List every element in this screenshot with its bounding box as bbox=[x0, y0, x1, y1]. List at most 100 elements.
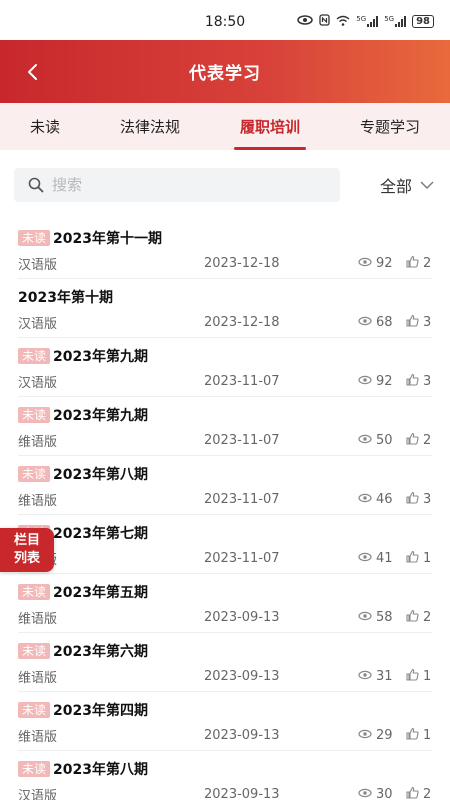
status-bar: 18:50 5G 5G 98 bbox=[0, 0, 450, 40]
item-title-row: 未读 2023年第九期 bbox=[18, 344, 432, 368]
item-likes[interactable]: 1 bbox=[406, 727, 431, 744]
eye-icon bbox=[358, 610, 372, 625]
item-views: 29 bbox=[358, 728, 406, 743]
item-title-row: 2023年第十期 bbox=[18, 285, 432, 309]
item-title: 2023年第八期 bbox=[53, 762, 148, 778]
view-count: 92 bbox=[376, 255, 393, 271]
view-count: 58 bbox=[376, 609, 393, 625]
list-item[interactable]: 未读 2023年第五期 维语版 2023-09-13 58 2 bbox=[18, 574, 432, 633]
list-item[interactable]: 未读 2023年第九期维语版 2023-11-07 50 2 bbox=[18, 397, 432, 456]
like-count: 1 bbox=[423, 727, 432, 743]
item-title-row: 未读 2023年第九期 bbox=[18, 403, 432, 427]
list-item[interactable]: 未读 2023年第十一期 汉语版 2023-12-18 92 2 bbox=[18, 220, 432, 279]
item-date: 2023-11-07 bbox=[204, 491, 280, 507]
list-item[interactable]: 未读 2023年第六期维语版 2023-09-13 31 1 bbox=[18, 633, 432, 692]
tab-topics[interactable]: 专题学习 bbox=[354, 103, 426, 150]
item-views: 31 bbox=[358, 669, 406, 684]
item-title: 2023年第六期 bbox=[53, 644, 148, 660]
item-likes[interactable]: 2 bbox=[406, 255, 431, 272]
like-count: 2 bbox=[423, 432, 432, 448]
item-likes[interactable]: 2 bbox=[406, 786, 431, 800]
thumbs-up-icon bbox=[406, 786, 419, 800]
item-title: 2023年第九期 bbox=[53, 349, 148, 365]
item-meta: 汉语版 2023-12-18 68 3 bbox=[18, 309, 432, 335]
view-count: 46 bbox=[376, 491, 393, 507]
unread-badge: 未读 bbox=[18, 643, 51, 659]
item-likes[interactable]: 1 bbox=[406, 550, 431, 567]
list-item[interactable]: 未读 2023年第四期 维语版 2023-09-13 29 1 bbox=[18, 692, 432, 751]
item-title-row: 未读 2023年第八期 bbox=[18, 757, 432, 781]
item-likes[interactable]: 3 bbox=[406, 373, 431, 390]
unread-badge: 未读 bbox=[18, 584, 51, 600]
tab-bar: 未读 法律法规 履职培训 专题学习 bbox=[0, 103, 450, 150]
like-count: 3 bbox=[423, 491, 432, 507]
item-title: 2023年第十一期 bbox=[53, 231, 162, 247]
item-likes[interactable]: 3 bbox=[406, 314, 431, 331]
search-input[interactable] bbox=[52, 176, 292, 194]
search-box[interactable] bbox=[14, 168, 340, 202]
eye-icon bbox=[358, 256, 372, 271]
item-language: 维语版 bbox=[18, 611, 58, 627]
item-views: 46 bbox=[358, 492, 406, 507]
list-item[interactable]: 未读 2023年第八期 汉语版 2023-09-13 30 2 bbox=[18, 751, 432, 800]
network-label-1: 5G bbox=[356, 15, 367, 23]
item-title: 2023年第四期 bbox=[53, 703, 148, 719]
item-likes[interactable]: 2 bbox=[406, 432, 431, 449]
unread-badge: 未读 bbox=[18, 348, 51, 364]
unread-badge: 未读 bbox=[18, 230, 51, 246]
column-list-button[interactable]: 栏目 列表 bbox=[0, 528, 54, 572]
thumbs-up-icon bbox=[406, 727, 419, 744]
item-likes[interactable]: 2 bbox=[406, 609, 431, 626]
like-count: 1 bbox=[423, 668, 432, 684]
tab-unread[interactable]: 未读 bbox=[24, 103, 66, 150]
item-title-row: 未读 2023年第六期 bbox=[18, 639, 432, 663]
nfc-icon bbox=[319, 14, 330, 29]
item-title-row: 未读 2023年第十一期 bbox=[18, 226, 432, 250]
view-count: 68 bbox=[376, 314, 393, 330]
item-likes[interactable]: 1 bbox=[406, 668, 431, 685]
item-views: 92 bbox=[358, 374, 406, 389]
eye-icon bbox=[358, 315, 372, 330]
item-views: 58 bbox=[358, 610, 406, 625]
tab-training[interactable]: 履职培训 bbox=[233, 103, 307, 150]
eye-icon bbox=[358, 669, 372, 684]
list-item[interactable]: 未读2023年第七期维语版2023-11-07411 bbox=[18, 515, 432, 574]
list-item[interactable]: 未读 2023年第八期 维语版 2023-11-07 46 3 bbox=[18, 456, 432, 515]
view-count: 41 bbox=[376, 550, 393, 566]
item-language: 维语版 bbox=[18, 670, 58, 686]
filter-dropdown[interactable]: 全部 bbox=[380, 173, 436, 197]
item-language: 汉语版 bbox=[18, 316, 58, 332]
battery-icon: 98 bbox=[412, 15, 434, 28]
item-date: 2023-11-07 bbox=[204, 432, 280, 448]
item-language: 汉语版 bbox=[18, 788, 58, 800]
filter-label: 全部 bbox=[379, 177, 412, 196]
view-count: 50 bbox=[376, 432, 393, 448]
tab-laws[interactable]: 法律法规 bbox=[114, 103, 186, 150]
item-language: 维语版 bbox=[18, 434, 58, 450]
list-item[interactable]: 2023年第十期 汉语版 2023-12-18 68 3 bbox=[18, 279, 432, 338]
list-item[interactable]: 未读 2023年第九期 汉语版 2023-11-07 92 3 bbox=[18, 338, 432, 397]
unread-badge: 未读 bbox=[18, 702, 51, 718]
item-meta: 维语版2023-11-07411 bbox=[18, 545, 432, 571]
eye-icon bbox=[358, 374, 372, 389]
back-button[interactable] bbox=[18, 40, 48, 103]
item-language: 汉语版 bbox=[18, 257, 58, 273]
item-title: 2023年第五期 bbox=[53, 585, 148, 601]
item-date: 2023-12-18 bbox=[204, 314, 280, 330]
view-count: 30 bbox=[376, 786, 393, 800]
item-views: 41 bbox=[358, 551, 406, 566]
item-language: 维语版 bbox=[18, 729, 58, 745]
item-title-row: 未读2023年第七期 bbox=[18, 521, 432, 545]
item-date: 2023-09-13 bbox=[204, 668, 280, 684]
thumbs-up-icon bbox=[406, 373, 419, 390]
like-count: 2 bbox=[423, 609, 432, 625]
header-bar: 代表学习 bbox=[0, 40, 450, 103]
item-views: 50 bbox=[358, 433, 406, 448]
item-title: 2023年第八期 bbox=[53, 467, 148, 483]
signal-icon-1: 5G bbox=[356, 15, 379, 27]
item-title: 2023年第十期 bbox=[18, 290, 113, 306]
like-count: 1 bbox=[423, 550, 432, 566]
item-likes[interactable]: 3 bbox=[406, 491, 431, 508]
eye-icon bbox=[358, 787, 372, 800]
thumbs-up-icon bbox=[406, 255, 419, 272]
